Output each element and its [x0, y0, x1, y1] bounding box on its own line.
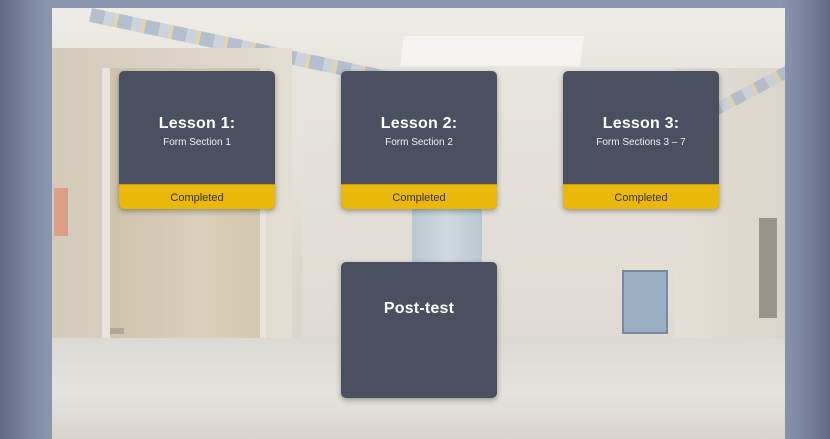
- lesson-1-title: Lesson 1:: [158, 115, 236, 132]
- app-frame: Lesson 1: Form Section 1 Completed Lesso…: [0, 0, 830, 439]
- lesson-2-subtitle: Form Section 2: [385, 137, 453, 148]
- lesson-1-card[interactable]: Lesson 1: Form Section 1 Completed: [119, 71, 275, 209]
- lesson-2-card[interactable]: Lesson 2: Form Section 2 Completed: [341, 71, 497, 209]
- lesson-1-card-body: Lesson 1: Form Section 1: [119, 71, 275, 184]
- lesson-3-title: Lesson 3:: [602, 115, 680, 132]
- lesson-2-status-badge: Completed: [341, 184, 497, 209]
- lesson-1-status-badge: Completed: [119, 184, 275, 209]
- lesson-1-subtitle: Form Section 1: [163, 137, 231, 148]
- lesson-3-subtitle: Form Sections 3 – 7: [596, 137, 686, 148]
- post-test-card[interactable]: Post-test: [341, 262, 497, 398]
- lesson-3-card[interactable]: Lesson 3: Form Sections 3 – 7 Completed: [563, 71, 719, 209]
- lesson-3-status-badge: Completed: [563, 184, 719, 209]
- lesson-2-title: Lesson 2:: [380, 115, 458, 132]
- lesson-2-card-body: Lesson 2: Form Section 2: [341, 71, 497, 184]
- post-test-title: Post-test: [383, 300, 455, 317]
- lesson-3-card-body: Lesson 3: Form Sections 3 – 7: [563, 71, 719, 184]
